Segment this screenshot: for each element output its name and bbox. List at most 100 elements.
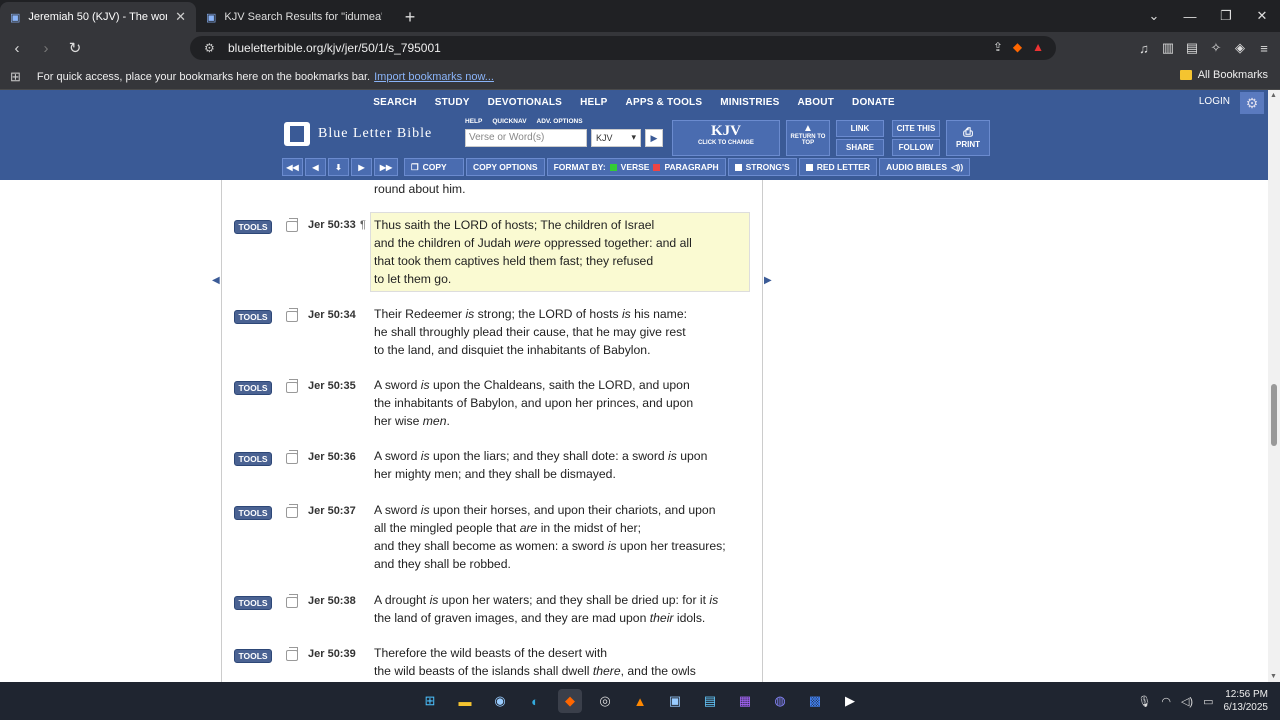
site-info-icon[interactable]: ⚙︎ [204, 41, 215, 55]
menu-devotionals[interactable]: DEVOTIONALS [479, 90, 571, 116]
last-chapter-icon[interactable]: ▶▶ [374, 158, 398, 176]
windows-start-icon[interactable]: ⊞ [418, 689, 442, 713]
microphone-icon[interactable]: 🎙︎ [1137, 695, 1151, 708]
scroll-thumb[interactable] [1271, 384, 1277, 446]
battery-icon[interactable]: ▭ [1203, 695, 1213, 708]
version-select[interactable]: KJV [591, 129, 641, 147]
link-button[interactable]: LINK [836, 120, 884, 137]
address-bar[interactable]: ⚙︎ blueletterbible.org/kjv/jer/50/1/s_79… [190, 36, 1056, 60]
file-explorer-icon[interactable]: ▬ [453, 689, 477, 713]
tools-button[interactable]: TOOLS [234, 506, 272, 520]
copy-button[interactable]: ❐ COPY [404, 158, 464, 176]
copy-verse-icon[interactable] [286, 308, 298, 322]
verse-check-icon[interactable] [609, 163, 617, 171]
audio-bibles-button[interactable]: AUDIO BIBLES ◁)) [879, 158, 971, 176]
verse-label[interactable]: VERSE [621, 162, 650, 172]
adv-options-link[interactable]: ADV. OPTIONS [537, 118, 583, 125]
notepad-icon[interactable]: ▤ [698, 689, 722, 713]
download-icon[interactable]: ⬇ [328, 158, 349, 176]
search-input[interactable]: Verse or Word(s) [465, 129, 587, 147]
all-bookmarks-button[interactable]: All Bookmarks [1179, 69, 1268, 81]
prev-side-arrow-icon[interactable]: ◀ [212, 275, 220, 286]
menu-help[interactable]: HELP [571, 90, 616, 116]
wallet-icon[interactable]: ▤ [1184, 40, 1200, 56]
vlc-icon[interactable]: ▲ [628, 689, 652, 713]
cite-button[interactable]: CITE THIS [892, 120, 940, 137]
clock[interactable]: 12:56 PM 6/13/2025 [1224, 688, 1269, 714]
close-tab-icon[interactable]: ✕ [175, 9, 186, 25]
menu-apps-tools[interactable]: APPS & TOOLS [617, 90, 712, 116]
word-icon[interactable]: ▩ [803, 689, 827, 713]
paragraph-label[interactable]: PARAGRAPH [664, 162, 718, 172]
copy-verse-icon[interactable] [286, 379, 298, 393]
print-button[interactable]: ⎙ PRINT [946, 120, 990, 156]
tools-button[interactable]: TOOLS [234, 452, 272, 466]
store-icon[interactable]: ▣ [663, 689, 687, 713]
login-link[interactable]: LOGIN [1199, 96, 1230, 107]
menu-about[interactable]: ABOUT [788, 90, 843, 116]
search-help-link[interactable]: HELP [465, 118, 482, 125]
red-letter-checkbox[interactable] [805, 163, 813, 171]
menu-search[interactable]: SEARCH [364, 90, 425, 116]
settings-gear-icon[interactable]: ⚙︎ [1240, 92, 1264, 114]
next-side-arrow-icon[interactable]: ▶ [764, 275, 772, 286]
verse-ref[interactable]: Jer 50:38 [308, 595, 356, 607]
copy-options-button[interactable]: COPY OPTIONS [466, 158, 545, 176]
red-letter-toggle[interactable]: RED LETTER [798, 158, 878, 176]
copy-verse-icon[interactable] [286, 594, 298, 608]
rewards-icon[interactable]: ▲ [1032, 40, 1044, 54]
quicknav-link[interactable]: QUICKNAV [492, 118, 526, 125]
brave-shield-icon[interactable]: ◆ [1013, 40, 1022, 54]
menu-donate[interactable]: DONATE [843, 90, 904, 116]
vpn-icon[interactable]: ◈ [1232, 40, 1248, 56]
media-icon[interactable]: ♫ [1136, 40, 1152, 56]
reload-icon[interactable]: ↻ [63, 36, 87, 60]
tab-search-icon[interactable]: ⌄ [1136, 0, 1172, 32]
copy-verse-icon[interactable] [286, 647, 298, 661]
next-chapter-icon[interactable]: ▶ [351, 158, 372, 176]
back-icon[interactable]: ‹ [5, 36, 29, 60]
media-app-icon[interactable]: ▦ [733, 689, 757, 713]
scroll-down-icon[interactable]: ▼ [1270, 673, 1277, 680]
follow-button[interactable]: FOLLOW [892, 139, 940, 156]
share-icon[interactable]: ⇪ [993, 40, 1003, 54]
volume-icon[interactable]: ◁) [1181, 695, 1193, 708]
menu-icon[interactable]: ≡ [1256, 40, 1272, 56]
copy-verse-icon[interactable] [286, 450, 298, 464]
verse-ref[interactable]: Jer 50:39 [308, 648, 356, 660]
obs-icon[interactable]: ▶ [838, 689, 862, 713]
verse-ref[interactable]: Jer 50:36 [308, 451, 356, 463]
strongs-toggle[interactable]: STRONG'S [727, 158, 797, 176]
verse-ref[interactable]: Jer 50:33 [308, 219, 356, 231]
page-scrollbar[interactable]: ▲ ▼ [1268, 90, 1280, 682]
tools-button[interactable]: TOOLS [234, 310, 272, 324]
import-bookmarks-link[interactable]: Import bookmarks now... [374, 71, 494, 83]
leo-icon[interactable]: ✧ [1208, 40, 1224, 56]
chrome-icon[interactable]: ◎ [593, 689, 617, 713]
verse-ref[interactable]: Jer 50:37 [308, 505, 356, 517]
maximize-icon[interactable]: ❐ [1208, 0, 1244, 32]
version-change-button[interactable]: KJV CLICK TO CHANGE [672, 120, 780, 156]
first-chapter-icon[interactable]: ◀◀ [282, 158, 303, 176]
edge-icon[interactable]: ◐ [523, 689, 547, 713]
apps-grid-icon[interactable]: ⊞ [10, 69, 21, 85]
forward-icon[interactable]: › [34, 36, 58, 60]
tools-button[interactable]: TOOLS [234, 649, 272, 663]
tab-jeremiah[interactable]: ▣ Jeremiah 50 (KJV) - The word th... ✕ [0, 2, 196, 32]
close-window-icon[interactable]: ✕ [1244, 0, 1280, 32]
verse-ref[interactable]: Jer 50:34 [308, 309, 356, 321]
menu-study[interactable]: STUDY [426, 90, 479, 116]
discord-icon[interactable]: ◍ [768, 689, 792, 713]
paragraph-check-icon[interactable] [653, 163, 661, 171]
copy-verse-icon[interactable] [286, 218, 298, 232]
new-tab-button[interactable]: + [396, 2, 424, 32]
wifi-icon[interactable]: ◠ [1161, 695, 1171, 708]
menu-ministries[interactable]: MINISTRIES [711, 90, 788, 116]
tab-kjv-search[interactable]: ▣ KJV Search Results for "idumea" [196, 2, 392, 32]
tools-button[interactable]: TOOLS [234, 381, 272, 395]
verse-ref[interactable]: Jer 50:35 [308, 380, 356, 392]
prev-chapter-icon[interactable]: ◀ [305, 158, 326, 176]
steam-icon[interactable]: ◉ [488, 689, 512, 713]
strongs-checkbox[interactable] [734, 163, 742, 171]
search-go-button[interactable]: ▶ [645, 129, 663, 147]
